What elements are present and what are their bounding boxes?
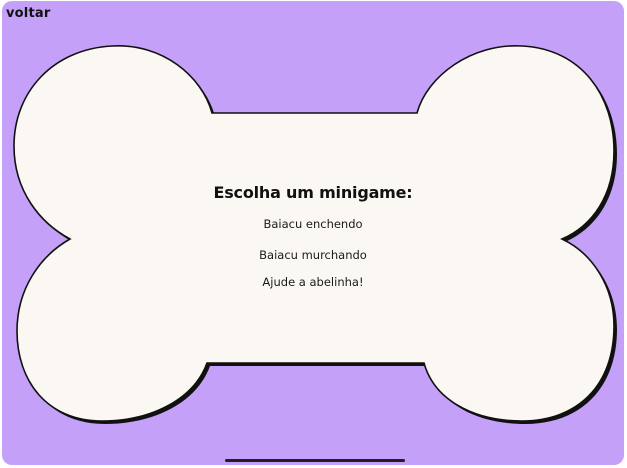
app-window: voltar Escolha um minigame: Baiacu enche… <box>2 1 624 465</box>
back-link[interactable]: voltar <box>6 6 50 21</box>
minigame-option-baiacu-enchendo[interactable]: Baiacu enchendo <box>2 217 624 231</box>
minigame-option-baiacu-murchando[interactable]: Baiacu murchando <box>2 248 624 262</box>
minigame-option-ajude-a-abelinha[interactable]: Ajude a abelinha! <box>2 275 624 289</box>
screen: voltar Escolha um minigame: Baiacu enche… <box>0 0 627 468</box>
home-indicator <box>225 459 405 462</box>
minigame-menu: Escolha um minigame: Baiacu enchendo Bai… <box>2 183 624 289</box>
menu-title: Escolha um minigame: <box>213 183 413 202</box>
